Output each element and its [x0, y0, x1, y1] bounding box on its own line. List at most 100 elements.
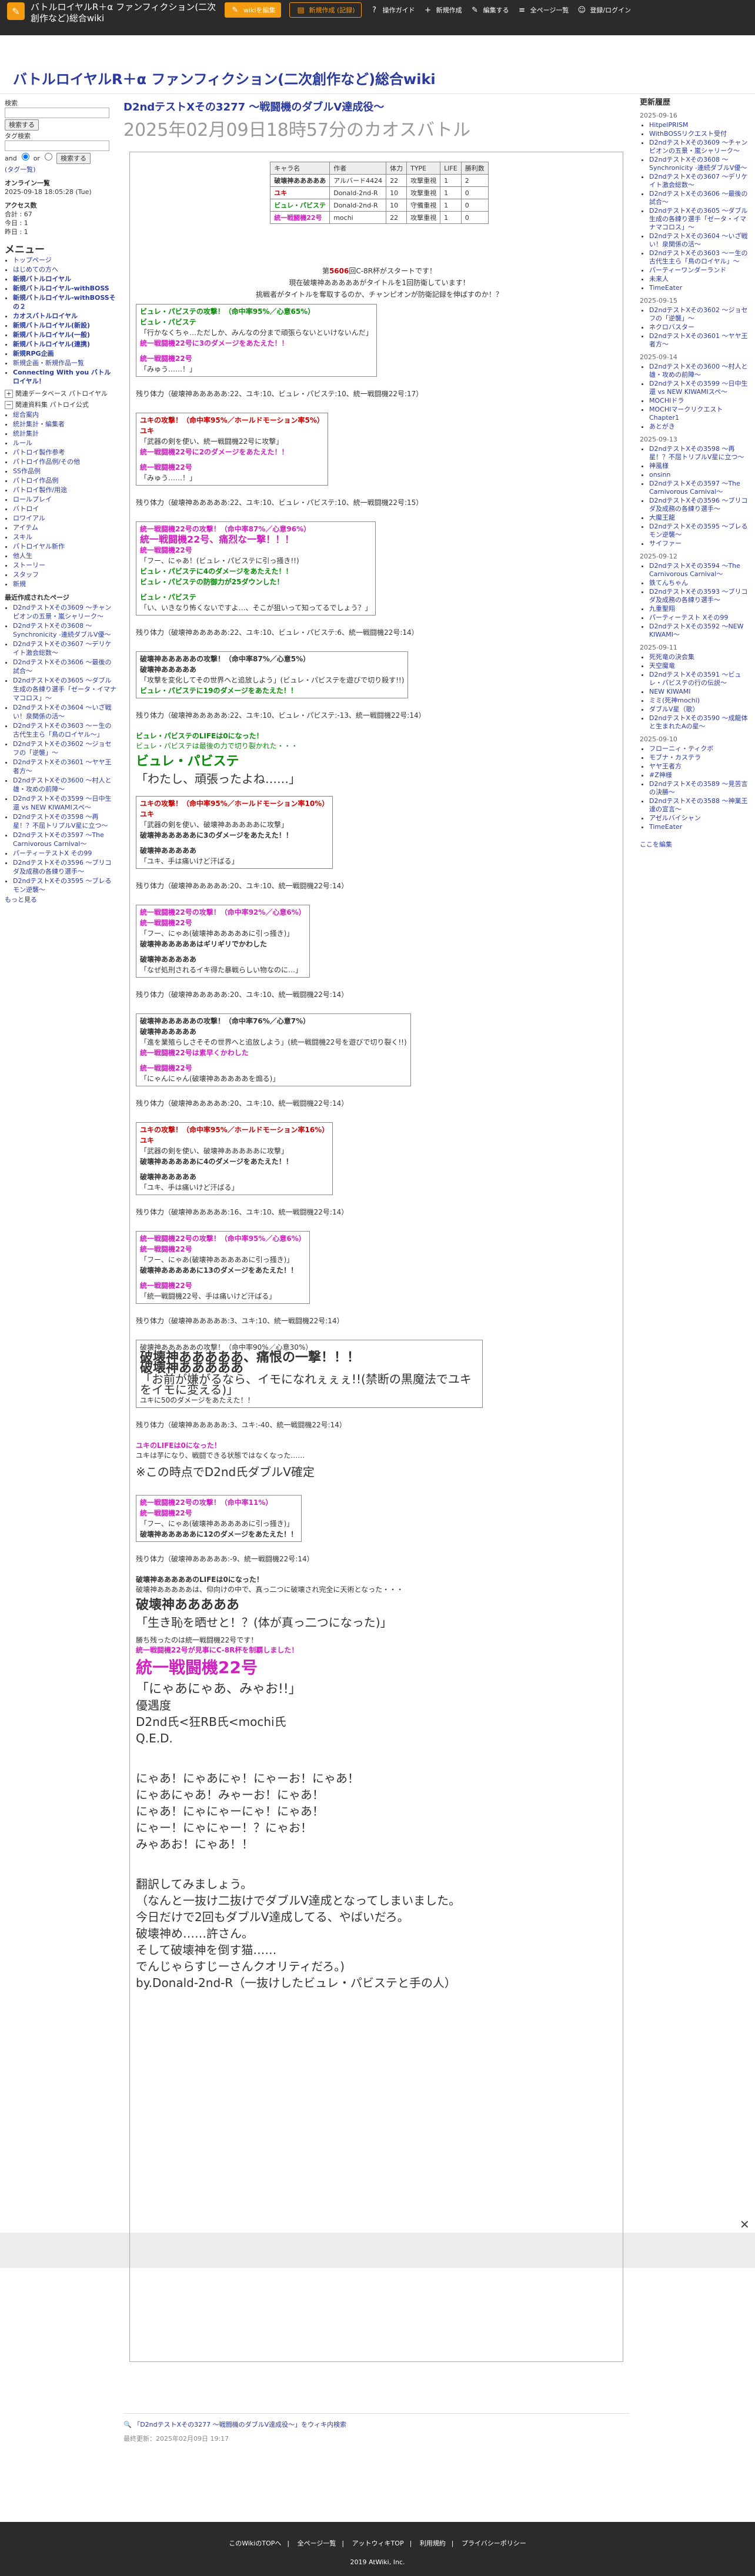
update-item[interactable]: 死死竜の決会集	[649, 653, 751, 661]
update-link[interactable]: モブナ・カステラ	[649, 754, 701, 761]
update-item[interactable]: 天空魔竜	[649, 662, 751, 670]
sub-menu-link[interactable]: パトロイ作品例/その他	[13, 458, 80, 466]
wiki-title[interactable]: バトルロイヤルR＋α ファンフィクション(二次創作など)総合wiki	[13, 68, 436, 88]
nav-new-record-button[interactable]: ▤ 新規作成 (記録)	[289, 2, 362, 18]
update-link[interactable]: 神風様	[649, 462, 669, 470]
update-item[interactable]: アゼルバイシャン	[649, 814, 751, 822]
update-link[interactable]: TimeEater	[649, 284, 682, 292]
update-item[interactable]: D2ndテストXその3597 ～The Carnivorous Carnival…	[649, 480, 751, 496]
sub-menu-link[interactable]: 統計集計	[13, 430, 39, 437]
footer-link[interactable]: このWikiのTOPへ	[229, 2540, 281, 2547]
update-link[interactable]: 鉄てんちゃん	[649, 579, 688, 587]
update-link[interactable]: サイファー	[649, 540, 681, 547]
sub-menu-item[interactable]: 他人生	[13, 551, 116, 560]
recent-item[interactable]: D2ndテストXその3603 ～ー生の古代生主ら「鳥のロイヤル～」	[13, 721, 116, 739]
section2-label[interactable]: 関連データベース パトロイヤル	[15, 390, 108, 397]
nav-edit-link[interactable]: ✎ 編集する	[470, 2, 509, 18]
recent-link[interactable]: D2ndテストXその3607 ～デリケイト激会総数～	[13, 640, 111, 657]
menu-item[interactable]: はじめての方へ	[13, 265, 116, 274]
update-link[interactable]: ネクロバスター	[649, 323, 694, 331]
update-link[interactable]: ダブルV星（歌）	[649, 705, 699, 713]
menu-item[interactable]: Connecting With you バトルロイヤル！	[13, 368, 116, 386]
sub-menu-item[interactable]: パトロイ製作/用途	[13, 486, 116, 494]
update-link[interactable]: 大魔王龍	[649, 514, 675, 521]
tag-search-button[interactable]: 検索する	[56, 153, 91, 164]
recent-link[interactable]: D2ndテストXその3601 ～ヤヤ王者方～	[13, 758, 111, 775]
sub-menu-link[interactable]: 統計集計・編集者	[13, 420, 65, 428]
menu-item[interactable]: 新規バトルロイヤル-withBOSSその２	[13, 293, 116, 311]
sub-menu-link[interactable]: ルール	[13, 439, 32, 447]
sub-menu-link[interactable]: バトロイ	[13, 505, 39, 513]
sub-menu-link[interactable]: パトロイ作品例	[13, 477, 58, 484]
update-link[interactable]: HitpelPRISM	[649, 121, 688, 129]
update-link[interactable]: onsinn	[649, 471, 670, 479]
update-item[interactable]: TimeEater	[649, 284, 751, 292]
update-item[interactable]: D2ndテストXその3598 ～再星！？不屈トリプルV星に立つ～	[649, 445, 751, 461]
update-item[interactable]: D2ndテストXその3601 ～ヤヤ王者方～	[649, 332, 751, 349]
recent-item[interactable]: パーティーテストX その99	[13, 849, 116, 858]
update-link[interactable]: D2ndテストXその3599 ～日中生還 vs NEW KIWAMIスペ～	[649, 380, 747, 396]
update-link[interactable]: D2ndテストXその3600 ～村人と雄・攻めの前陣～	[649, 363, 747, 379]
menu-link[interactable]: 新規バトルロイヤル-withBOSSその２	[13, 294, 116, 310]
sub-menu-item[interactable]: 統計集計	[13, 429, 116, 438]
update-link[interactable]: D2ndテストXその3608 ～Synchronicity -連続ダブルV優～	[649, 156, 747, 172]
recent-item[interactable]: D2ndテストXその3597 ～The Carnivorous Carnival…	[13, 831, 116, 848]
recent-item[interactable]: D2ndテストXその3602 ～ジョセフの「逆襲」～	[13, 740, 116, 757]
recent-link[interactable]: D2ndテストXその3608 ～Synchronicity -連続ダブルV優～	[13, 622, 111, 638]
update-item[interactable]: D2ndテストXその3602 ～ジョセフの「逆襲」～	[649, 306, 751, 323]
update-link[interactable]: ミミ(死神mochi)	[649, 697, 700, 704]
update-link[interactable]: D2ndテストXその3596 ～ブリコダ及成務の各練り選手～	[649, 497, 747, 513]
recent-link[interactable]: D2ndテストXその3599 ～日中生還 vs NEW KIWAMIスペ～	[13, 795, 111, 811]
update-link[interactable]: パーティーテスト Xその99	[649, 614, 728, 621]
sub-menu-link[interactable]: 他人生	[13, 552, 32, 560]
update-link[interactable]: D2ndテストXその3595 ～ブレるモン逆襲～	[649, 523, 747, 538]
update-item[interactable]: パーティーテスト Xその99	[649, 614, 751, 622]
sub-menu-link[interactable]: パトロイ製作参考	[13, 449, 65, 456]
sub-menu-item[interactable]: スキル	[13, 533, 116, 541]
update-link[interactable]: 未来人	[649, 275, 669, 283]
update-item[interactable]: D2ndテストXその3589 ～見苦言の決勝～	[649, 780, 751, 797]
sub-menu-link[interactable]: アイテム	[13, 524, 38, 531]
menu-item[interactable]: トップページ	[13, 256, 116, 265]
update-item[interactable]: D2ndテストXその3595 ～ブレるモン逆襲～	[649, 523, 751, 539]
menu-item[interactable]: 新規バトルロイヤル(一般)	[13, 330, 116, 339]
update-item[interactable]: D2ndテストXその3593 ～ブリコダ及成務の各練り選手～	[649, 588, 751, 604]
recent-item[interactable]: D2ndテストXその3604 ～いざ戦い！泉関係の活～	[13, 703, 116, 721]
recent-item[interactable]: D2ndテストXその3595 ～ブレるモン逆襲～	[13, 876, 116, 894]
edit-here-link[interactable]: ここを編集	[640, 841, 672, 848]
sub-menu-link[interactable]: ロールプレイ	[13, 496, 52, 503]
recent-item[interactable]: D2ndテストXその3605 ～ダブル生成の各練り選手「ゼータ・イマナマコロス」…	[13, 676, 116, 702]
sub-menu-link[interactable]: スキル	[13, 533, 32, 541]
update-item[interactable]: D2ndテストXその3607 ～デリケイト激会総数～	[649, 173, 751, 189]
recent-item[interactable]: D2ndテストXその3606 ～最後の試合～	[13, 658, 116, 675]
menu-link[interactable]: 新規企画・新規作品一覧	[13, 359, 84, 367]
recent-item[interactable]: D2ndテストXその3598 ～再星！？不屈トリプルV星に立つ～	[13, 812, 116, 830]
sub-menu-item[interactable]: ロワイアル	[13, 514, 116, 523]
site-logo-icon[interactable]: ✎	[7, 2, 25, 20]
recent-link[interactable]: D2ndテストXその3604 ～いざ戦い！泉関係の活～	[13, 704, 111, 720]
update-item[interactable]: TimeEater	[649, 823, 751, 831]
recent-link[interactable]: D2ndテストXその3598 ～再星！？不屈トリプルV星に立つ～	[13, 813, 108, 829]
update-link[interactable]: D2ndテストXその3589 ～見苦言の決勝～	[649, 780, 747, 796]
sub-menu-item[interactable]: パトロイ製作参考	[13, 448, 116, 457]
sub-menu-item[interactable]: ルール	[13, 439, 116, 447]
update-link[interactable]: MOCHIマークリクエストChapter1	[649, 406, 723, 421]
recent-link[interactable]: D2ndテストXその3605 ～ダブル生成の各練り選手「ゼータ・イマナマコロス」…	[13, 677, 116, 702]
menu-link[interactable]: 新規バトルロイヤル-withBOSS	[13, 285, 109, 292]
sub-menu-item[interactable]: パトロイ作品例/その他	[13, 457, 116, 466]
update-link[interactable]: D2ndテストXその3592 ～NEW KIWAMI～	[649, 623, 744, 638]
update-item[interactable]: サイファー	[649, 540, 751, 548]
update-link[interactable]: #Z神様	[649, 771, 672, 779]
nav-edit-wiki-button[interactable]: ✎ wikiを編集	[225, 2, 282, 18]
recent-link[interactable]: D2ndテストXその3595 ～ブレるモン逆襲～	[13, 877, 111, 894]
or-radio[interactable]	[45, 153, 53, 160]
update-item[interactable]: #Z神様	[649, 771, 751, 780]
update-item[interactable]: あとがき	[649, 423, 751, 431]
sub-menu-item[interactable]: パトロイヤル新作	[13, 542, 116, 551]
update-link[interactable]: NEW KIWAMI	[649, 688, 691, 695]
sub-menu-link[interactable]: パトロイヤル新作	[13, 543, 65, 550]
menu-link[interactable]: カオスバトルロイヤル	[13, 312, 78, 320]
recent-item[interactable]: D2ndテストXその3600 ～村人と雄・攻めの前陣～	[13, 776, 116, 794]
sub-menu-link[interactable]: スタッフ	[13, 571, 39, 578]
update-link[interactable]: D2ndテストXその3603 ～ー生の古代生主ら「鳥のロイヤル」～	[649, 249, 747, 265]
